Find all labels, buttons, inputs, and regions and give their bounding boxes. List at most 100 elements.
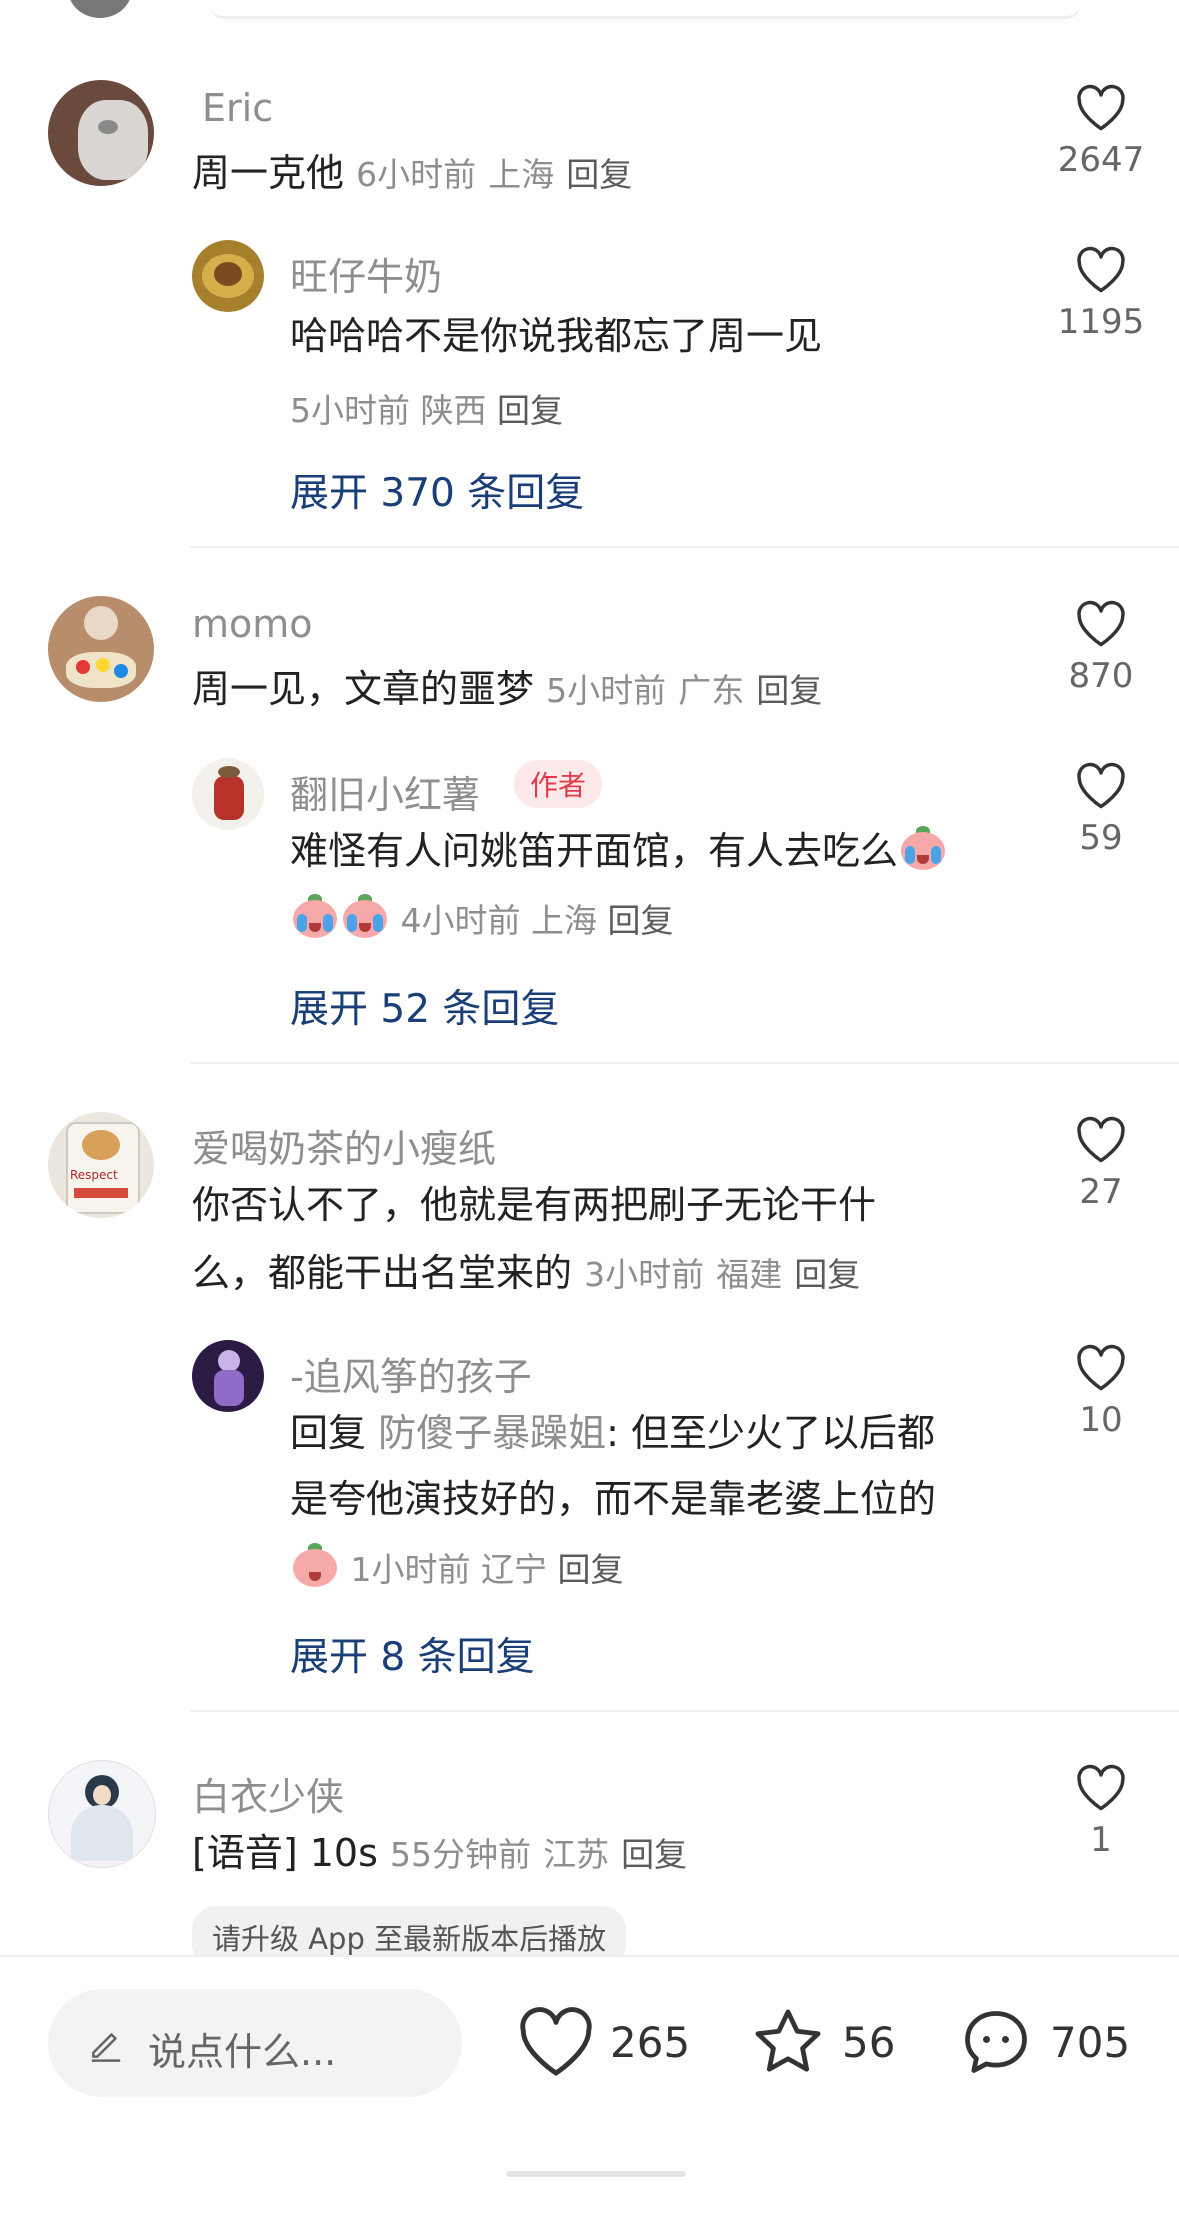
- reply-button[interactable]: 回复: [621, 1835, 687, 1874]
- like-button[interactable]: 1: [1046, 1764, 1156, 1860]
- comment-bubble-icon: [965, 2011, 1027, 2073]
- like-count: 870: [1068, 656, 1134, 696]
- star-icon: [755, 2009, 821, 2072]
- comment-input-placeholder: 说点什么...: [148, 2030, 337, 2074]
- comment-body: 么，都能干出名堂来的: [192, 1251, 573, 1295]
- laughing-emoji-icon: [290, 1543, 340, 1589]
- heart-icon: [1077, 1764, 1125, 1811]
- reply-author[interactable]: 翻旧小红薯: [290, 764, 480, 819]
- heart-icon: [1077, 1344, 1125, 1391]
- like-button[interactable]: 1195: [1046, 246, 1156, 342]
- comment-author[interactable]: Eric: [202, 86, 273, 130]
- previous-avatar: [68, 0, 132, 18]
- crying-emoji-icon: [290, 894, 340, 940]
- comment-text: 周一克他 6小时前 上海 回复: [192, 140, 632, 208]
- reply-button[interactable]: 回复: [558, 1550, 624, 1589]
- post-favorite-count: 56: [842, 2017, 896, 2067]
- divider: [190, 546, 1179, 548]
- reply-time: 1小时前: [350, 1550, 471, 1589]
- avatar-reply[interactable]: [192, 240, 264, 312]
- avatar-baiyi[interactable]: [48, 1760, 156, 1868]
- reply-author[interactable]: -追风筝的孩子: [290, 1346, 532, 1401]
- heart-icon: [1077, 762, 1125, 809]
- expand-replies-link[interactable]: 展开 52 条回复: [290, 978, 559, 1034]
- comment-text-line1: 你否认不了，他就是有两把刷子无论干什: [192, 1183, 877, 1227]
- previous-comment-edge: [210, 0, 1080, 19]
- heart-icon: [520, 2007, 592, 2076]
- comment-text-line2: 么，都能干出名堂来的 3小时前 福建 回复: [192, 1240, 860, 1308]
- reply-text-line2: 是夸他演技好的，而不是靠老婆上位的: [290, 1477, 937, 1521]
- reply-button[interactable]: 回复: [756, 671, 822, 710]
- comment-author[interactable]: 白衣少侠: [192, 1766, 344, 1821]
- like-post-button[interactable]: 265: [516, 2003, 690, 2081]
- like-count: 59: [1079, 818, 1123, 858]
- reply-location: 陕西: [420, 391, 487, 430]
- voice-message[interactable]: [语音] 10s: [192, 1831, 378, 1875]
- comment-body: 周一见，文章的噩梦: [192, 667, 535, 711]
- comment-location: 江苏: [543, 1835, 610, 1874]
- avatar-cup-label: Respect: [70, 1168, 118, 1182]
- reply-text-line1: 回复 防傻子暴躁姐: 但至少火了以后都: [290, 1400, 935, 1466]
- like-count: 10: [1079, 1400, 1123, 1440]
- comment-time: 5小时前: [546, 671, 667, 710]
- heart-icon: [1077, 600, 1125, 647]
- post-comment-count: 705: [1050, 2017, 1131, 2067]
- reply-meta: 1小时前 辽宁 回复: [290, 1543, 624, 1591]
- like-count: 27: [1079, 1172, 1123, 1212]
- reply-meta: 4小时前 上海 回复: [290, 894, 674, 942]
- post-like-count: 265: [610, 2017, 691, 2067]
- reply-text: 难怪有人问姚笛开面馆，有人去吃么: [290, 818, 948, 884]
- comment-body: 周一克他: [192, 151, 345, 195]
- reply-text: 哈哈哈不是你说我都忘了周一见: [290, 314, 823, 358]
- author-badge: 作者: [514, 760, 603, 808]
- comment-text: [语音] 10s 55分钟前 江苏 回复: [192, 1820, 687, 1888]
- reply-button[interactable]: 回复: [566, 155, 632, 194]
- like-button[interactable]: 10: [1046, 1344, 1156, 1440]
- comment-location: 福建: [716, 1255, 783, 1294]
- reply-time: 5小时前: [290, 391, 410, 430]
- favorite-post-button[interactable]: 56: [748, 2003, 895, 2081]
- comment-author[interactable]: momo: [192, 602, 313, 646]
- reply-prefix: 回复: [290, 1411, 367, 1455]
- comment-time: 6小时前: [356, 155, 477, 194]
- like-count: 1195: [1057, 302, 1145, 342]
- crying-emoji-icon: [898, 826, 948, 872]
- expand-replies-link[interactable]: 展开 8 条回复: [290, 1626, 535, 1682]
- pencil-icon: [91, 2033, 121, 2062]
- crying-emoji-icon: [340, 894, 390, 940]
- comment-location: 广东: [678, 671, 745, 710]
- reply-location: 上海: [531, 901, 597, 940]
- heart-icon: [1077, 84, 1125, 131]
- comment-time: 55分钟前: [389, 1835, 531, 1874]
- like-button[interactable]: 870: [1046, 600, 1156, 696]
- home-indicator: [506, 2171, 686, 2177]
- heart-icon: [1077, 246, 1125, 293]
- avatar-eric[interactable]: [48, 80, 154, 186]
- avatar-milk-tea[interactable]: Respect: [48, 1112, 154, 1218]
- avatar-reply[interactable]: [192, 758, 264, 830]
- reply-meta: 5小时前 陕西 回复: [290, 384, 563, 432]
- reply-target-user[interactable]: 防傻子暴躁姐: [378, 1411, 606, 1455]
- comment-author[interactable]: 爱喝奶茶的小瘦纸: [192, 1118, 496, 1173]
- like-button[interactable]: 59: [1046, 762, 1156, 858]
- comment-location: 上海: [488, 155, 555, 194]
- reply-location: 辽宁: [481, 1550, 547, 1589]
- divider: [190, 1062, 1179, 1064]
- avatar-momo[interactable]: [48, 596, 154, 702]
- avatar-reply[interactable]: [192, 1340, 264, 1412]
- reply-button[interactable]: 回复: [794, 1255, 860, 1294]
- comment-text: 周一见，文章的噩梦 5小时前 广东 回复: [192, 656, 822, 724]
- like-button[interactable]: 2647: [1046, 84, 1156, 180]
- reply-body: 难怪有人问姚笛开面馆，有人去吃么: [290, 829, 899, 873]
- divider: [190, 1710, 1179, 1712]
- reply-button[interactable]: 回复: [497, 391, 563, 430]
- reply-author[interactable]: 旺仔牛奶: [290, 246, 442, 301]
- reply-body: : 但至少火了以后都: [606, 1411, 936, 1455]
- like-button[interactable]: 27: [1046, 1116, 1156, 1212]
- reply-time: 4小时前: [400, 901, 521, 940]
- heart-icon: [1077, 1116, 1125, 1163]
- comment-post-button[interactable]: 705: [956, 2003, 1130, 2081]
- reply-button[interactable]: 回复: [608, 901, 674, 940]
- expand-replies-link[interactable]: 展开 370 条回复: [290, 462, 584, 518]
- comment-input[interactable]: 说点什么...: [48, 1989, 462, 2097]
